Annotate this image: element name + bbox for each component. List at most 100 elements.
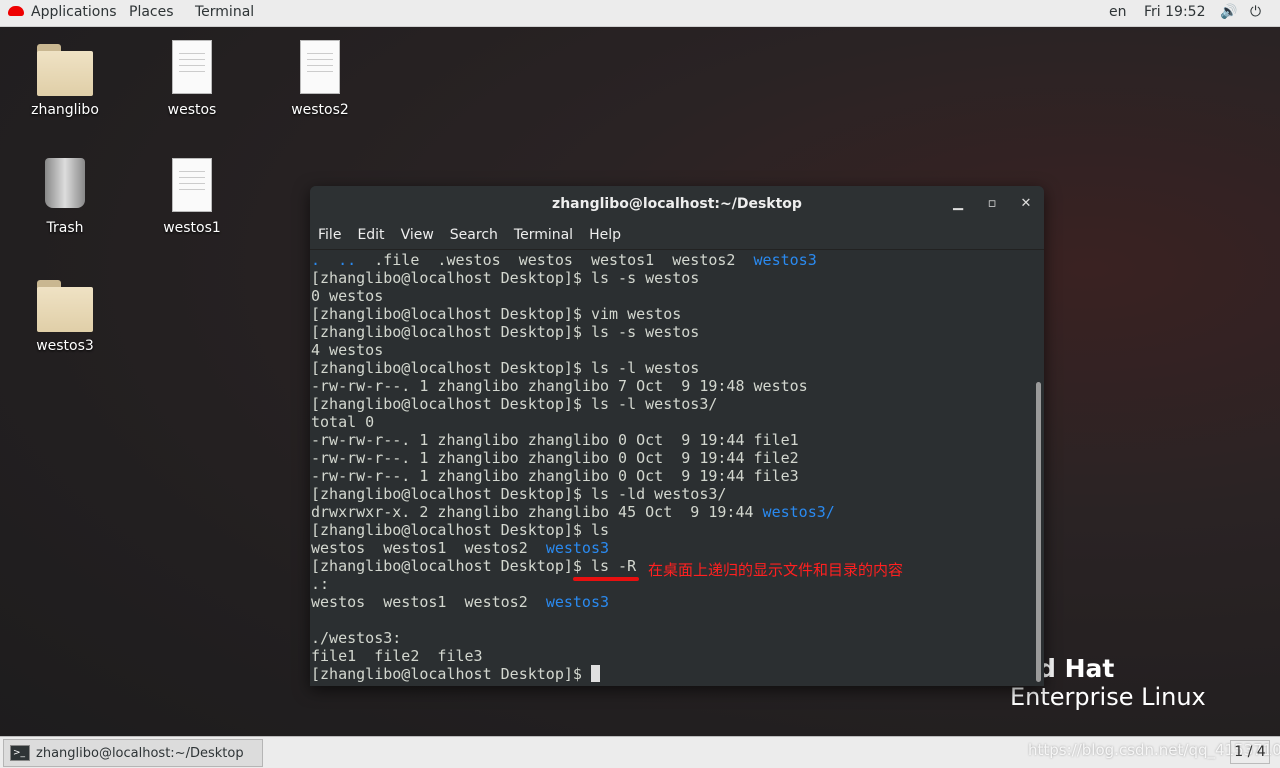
brand-line2: Enterprise Linux [1010,683,1206,711]
terminal-text: westos3 [545,539,610,557]
terminal-line: [zhanglibo@localhost Desktop]$ vim westo… [311,305,1032,323]
desktop-icon-westos1[interactable]: westos1 [147,158,237,236]
file-icon [300,40,340,94]
file-icon [172,40,212,94]
menu-edit[interactable]: Edit [349,222,392,243]
window-title: zhanglibo@localhost:~/Desktop [552,196,802,212]
terminal-line: [zhanglibo@localhost Desktop]$ ls -l wes… [311,359,1032,377]
terminal-output[interactable]: . .. .file .westos westos westos1 westos… [310,251,1032,683]
menu-view[interactable]: View [393,222,442,243]
terminal-line: -rw-rw-r--. 1 zhanglibo zhanglibo 0 Oct … [311,449,1032,467]
desktop-icon-westos[interactable]: westos [147,40,237,118]
close-button[interactable]: ✕ [1016,186,1036,222]
terminal-text: ./westos3: [311,629,402,647]
terminal-text: westos westos1 westos2 [311,539,546,557]
terminal-line: ./westos3: [311,629,1032,647]
task-label: zhanglibo@localhost:~/Desktop [36,746,244,761]
terminal-text: -rw-rw-r--. 1 zhanglibo zhanglibo 7 Oct … [311,377,808,395]
menu-help[interactable]: Help [581,222,629,243]
terminal-line: -rw-rw-r--. 1 zhanglibo zhanglibo 7 Oct … [311,377,1032,395]
taskbar-terminal-item[interactable]: >_ zhanglibo@localhost:~/Desktop [3,739,263,767]
volume-icon[interactable]: 🔊 [1220,4,1237,20]
terminal-icon: >_ [10,745,30,761]
terminal-text: westos westos1 westos2 [311,593,546,611]
icon-label: zhanglibo [31,102,99,118]
trash-icon [45,158,85,208]
top-bar: Applications Places Terminal en Fri 19:5… [0,0,1280,27]
icon-label: westos3 [36,338,94,354]
terminal-text: total 0 [311,413,375,431]
terminal-line: westos westos1 westos2 westos3 [311,539,1032,557]
icon-label: westos2 [291,102,349,118]
terminal-text: 0 westos [311,287,384,305]
terminal-text: [zhanglibo@localhost Desktop]$ ls -l wes… [311,359,700,377]
terminal-text: [zhanglibo@localhost Desktop]$ ls -ld we… [311,485,727,503]
terminal-line: -rw-rw-r--. 1 zhanglibo zhanglibo 0 Oct … [311,467,1032,485]
terminal-line: drwxrwxr-x. 2 zhanglibo zhanglibo 45 Oct… [311,503,1032,521]
cursor [590,665,600,682]
terminal-window[interactable]: zhanglibo@localhost:~/Desktop ▁ ▫ ✕ File… [310,186,1044,686]
terminal-line: [zhanglibo@localhost Desktop]$ ls -ld we… [311,485,1032,503]
terminal-text: -rw-rw-r--. 1 zhanglibo zhanglibo 0 Oct … [311,467,799,485]
desktop-icon-westos3[interactable]: westos3 [20,276,110,354]
icon-label: westos1 [163,220,221,236]
icon-label: Trash [46,220,84,236]
desktop-icon-home[interactable]: zhanglibo [20,40,110,118]
clock[interactable]: Fri 19:52 [1144,4,1205,20]
terminal-line: 0 westos [311,287,1032,305]
terminal-text: .file .westos westos westos1 westos2 [356,251,754,269]
file-icon [172,158,212,212]
terminal-text: [zhanglibo@localhost Desktop]$ ls -R [311,557,637,575]
brand-line1: d Hat [1038,654,1115,683]
applications-menu[interactable]: Applications [31,4,117,20]
terminal-text: westos3/ [762,503,835,521]
terminal-line: . .. .file .westos westos westos1 westos… [311,251,1032,269]
annotation-underline [573,577,639,581]
terminal-line: total 0 [311,413,1032,431]
places-menu[interactable]: Places [129,4,174,20]
terminal-text: westos3 [753,251,817,269]
minimize-button[interactable]: ▁ [948,186,968,222]
terminal-line: westos westos1 westos2 westos3 [311,593,1032,611]
terminal-text: -rw-rw-r--. 1 zhanglibo zhanglibo 0 Oct … [311,449,799,467]
menu-search[interactable]: Search [442,222,506,243]
terminal-line: 4 westos [311,341,1032,359]
icon-label: westos [167,102,217,118]
menu-bar: File Edit View Search Terminal Help [310,222,1044,250]
terminal-text: [zhanglibo@localhost Desktop]$ ls -s wes… [311,269,700,287]
title-bar[interactable]: zhanglibo@localhost:~/Desktop ▁ ▫ ✕ [310,186,1044,222]
maximize-button[interactable]: ▫ [982,186,1002,222]
terminal-text: file1 file2 file3 [311,647,483,665]
terminal-text: .: [311,575,330,593]
terminal-line: [zhanglibo@localhost Desktop]$ ls [311,521,1032,539]
desktop-icon-westos2[interactable]: westos2 [275,40,365,118]
desktop-icon-trash[interactable]: Trash [20,158,110,236]
terminal-app-menu[interactable]: Terminal [195,4,254,20]
menu-file[interactable]: File [310,222,349,243]
terminal-line: [zhanglibo@localhost Desktop]$ [311,665,1032,683]
redhat-icon [8,6,24,16]
terminal-line: ​ [311,611,1032,629]
terminal-line: [zhanglibo@localhost Desktop]$ ls -s wes… [311,269,1032,287]
terminal-text: drwxrwxr-x. 2 zhanglibo zhanglibo 45 Oct… [311,503,763,521]
home-folder-icon [37,44,93,96]
annotation-text: 在桌面上递归的显示文件和目录的内容 [648,561,904,579]
terminal-line: file1 file2 file3 [311,647,1032,665]
terminal-line: -rw-rw-r--. 1 zhanglibo zhanglibo 0 Oct … [311,431,1032,449]
workspace-indicator[interactable]: 1 / 4 [1230,740,1270,764]
terminal-text: [zhanglibo@localhost Desktop]$ ls -s wes… [311,323,700,341]
terminal-text: [zhanglibo@localhost Desktop]$ ls -l wes… [311,395,718,413]
terminal-text: [zhanglibo@localhost Desktop]$ [311,665,591,683]
power-icon[interactable]: ⏻ [1250,4,1261,20]
language-indicator[interactable]: en [1109,4,1127,20]
terminal-text: 4 westos [311,341,384,359]
menu-terminal[interactable]: Terminal [506,222,581,243]
scrollbar[interactable] [1036,382,1041,682]
terminal-text: [zhanglibo@localhost Desktop]$ ls [311,521,610,539]
terminal-line: [zhanglibo@localhost Desktop]$ ls -s wes… [311,323,1032,341]
terminal-line: [zhanglibo@localhost Desktop]$ ls -l wes… [311,395,1032,413]
terminal-text: -rw-rw-r--. 1 zhanglibo zhanglibo 0 Oct … [311,431,799,449]
terminal-text: [zhanglibo@localhost Desktop]$ vim westo… [311,305,682,323]
folder-icon [37,280,93,332]
terminal-text: . .. [311,251,357,269]
